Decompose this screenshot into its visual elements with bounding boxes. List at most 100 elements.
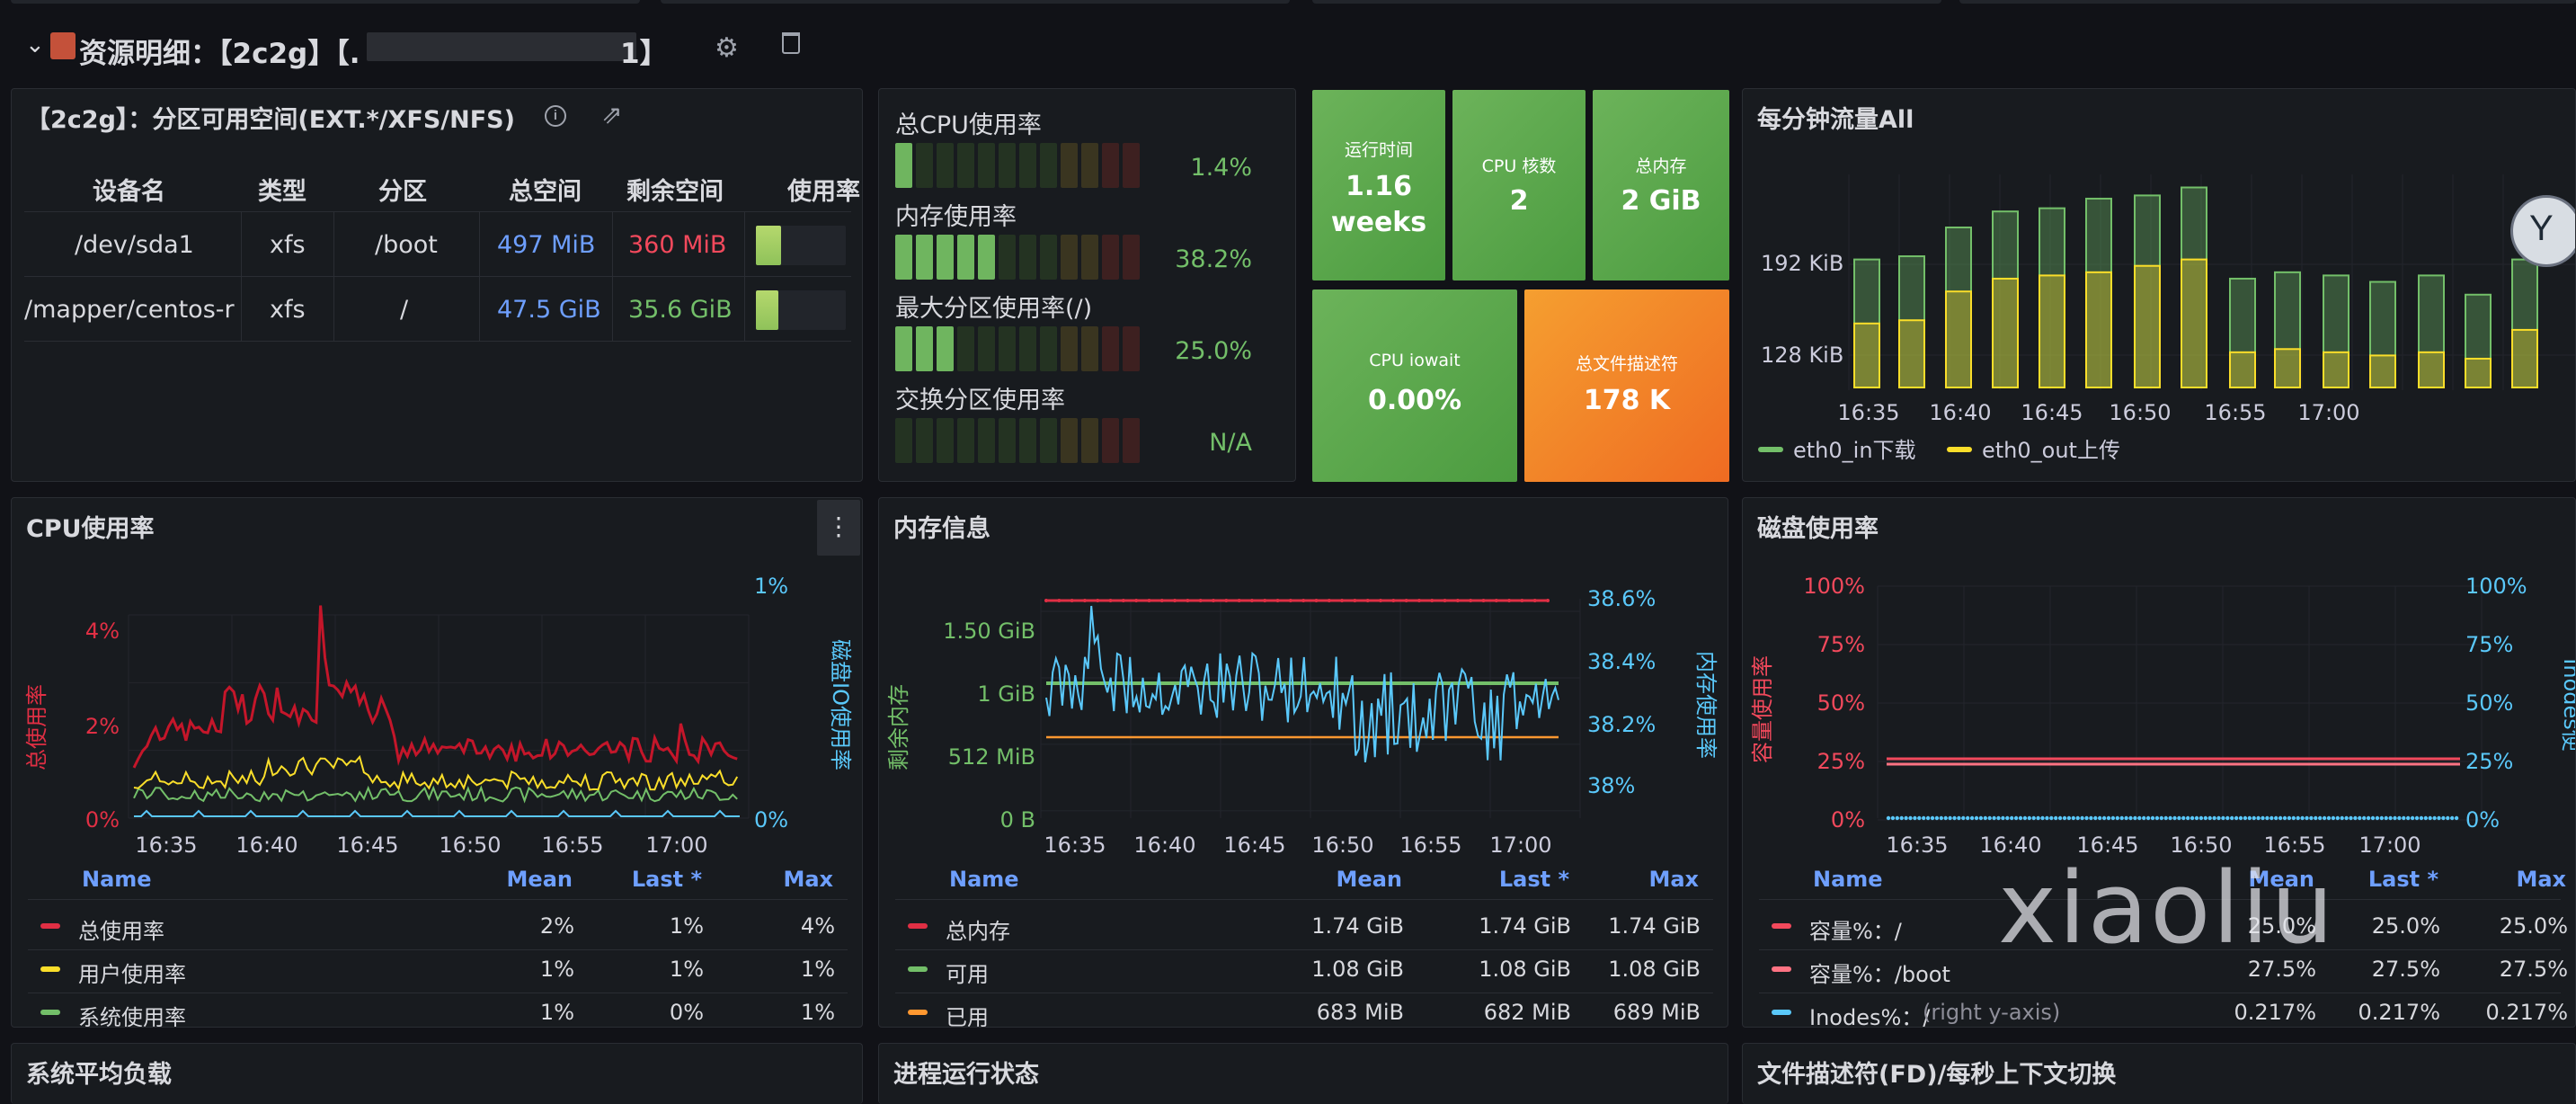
series-point xyxy=(2305,815,2309,821)
gauge-segment xyxy=(1061,418,1078,463)
traffic-panel: 每分钟流量All 192 KiB 128 KiB 16:35 16:40 16:45 16… xyxy=(1742,88,2576,482)
series-point xyxy=(1212,599,1215,602)
legend-column-header[interactable]: Name xyxy=(82,867,152,892)
x-tick-label: 16:40 xyxy=(1133,832,1195,858)
legend-swatch xyxy=(40,966,60,972)
trash-icon[interactable] xyxy=(782,32,800,54)
x-tick-label: 17:00 xyxy=(1489,832,1551,858)
legend-max: 1% xyxy=(800,1000,835,1025)
gauge-segment xyxy=(957,418,974,463)
legend-column-header[interactable]: Max xyxy=(1648,867,1699,892)
legend-row[interactable]: Inodes%：/(right y-axis) 0.217% 0.217% 0.217… xyxy=(1743,996,2575,1027)
external-link-icon[interactable]: ⇗ xyxy=(601,100,622,129)
legend-column-header[interactable]: Max xyxy=(2516,867,2566,892)
stat-tile[interactable]: CPU 核数 2 xyxy=(1452,90,1586,280)
row-title-end: 1】 xyxy=(620,38,668,70)
avatar[interactable]: Y xyxy=(2510,195,2575,267)
series-point xyxy=(2353,815,2358,821)
series-point xyxy=(2098,815,2102,821)
x-tick-label: 16:45 xyxy=(1223,832,1285,858)
series-point xyxy=(1275,599,1280,602)
series-point xyxy=(2388,815,2393,821)
series-point xyxy=(1917,815,1922,821)
series-point xyxy=(1520,599,1524,602)
chevron-down-icon[interactable]: ⌄ xyxy=(25,31,45,58)
bar-out xyxy=(2465,357,2492,388)
bar-out xyxy=(2134,264,2161,388)
y-tick-label: 0% xyxy=(1831,807,1865,832)
bar-out xyxy=(2323,351,2349,388)
col-header-total[interactable]: 总空间 xyxy=(509,172,582,207)
legend-last: 1.74 GiB xyxy=(1479,913,1571,939)
legend-column-header[interactable]: Last * xyxy=(2368,867,2438,892)
gauge-label: 内存使用率 xyxy=(895,203,1017,231)
stat-tile[interactable]: CPU iowait 0.00% xyxy=(1312,289,1517,482)
legend-swatch xyxy=(40,923,60,929)
legend-column-header[interactable]: Last * xyxy=(632,867,702,892)
col-header-type[interactable]: 类型 xyxy=(258,172,306,207)
series-point xyxy=(2150,815,2155,821)
series-point xyxy=(2071,815,2075,821)
gauge-segment xyxy=(1081,418,1098,463)
x-tick-label: 16:35 xyxy=(1886,832,1948,858)
series-point xyxy=(2133,815,2137,821)
legend-row[interactable]: 系统使用率 1% 0% 1% xyxy=(12,996,862,1027)
series-point xyxy=(2243,815,2248,821)
series-point xyxy=(1469,599,1473,602)
legend-row[interactable]: 总使用率 2% 1% 4% xyxy=(12,910,862,946)
series-point xyxy=(1263,599,1267,602)
gauge-segment xyxy=(937,143,954,188)
series-point xyxy=(2110,815,2116,821)
legend-name: 用户使用率 xyxy=(78,962,186,987)
legend-max: 27.5% xyxy=(2499,957,2568,982)
legend-row[interactable]: 已用 683 MiB 682 MiB 689 MiB xyxy=(879,996,1728,1027)
stat-tile[interactable]: 运行时间 1.16 weeks xyxy=(1312,90,1445,280)
legend-row[interactable]: 可用 1.08 GiB 1.08 GiB 1.08 GiB xyxy=(879,953,1728,989)
legend-row[interactable]: 用户使用率 1% 1% 1% xyxy=(12,953,862,989)
series-point xyxy=(2432,815,2437,821)
series-point xyxy=(2335,815,2340,821)
series-point xyxy=(2331,815,2336,821)
usage-bar xyxy=(756,226,846,265)
stat-tile[interactable]: 总文件描述符 178 K xyxy=(1524,289,1729,482)
legend-mean: 1.74 GiB xyxy=(1311,913,1404,939)
legend-swatch xyxy=(908,923,928,929)
series-point xyxy=(2402,815,2406,821)
info-icon[interactable]: i xyxy=(545,105,566,127)
row-title[interactable]: 资源明细：【2c2g】【. xyxy=(79,31,360,71)
series-point xyxy=(1237,599,1241,602)
y-tick-label-right: 38.6% xyxy=(1587,586,1656,611)
series-point xyxy=(2080,815,2084,821)
memory-line-chart: 1.50 GiB 1 GiB 512 MiB 0 B 38.6% 38.4% 38.2% 38… xyxy=(886,586,1719,858)
disk-table-panel: 【2c2g】：分区可用空间(EXT.*/XFS/NFS) i ⇗ 设备名 类型 … xyxy=(11,88,863,482)
legend-column-header[interactable]: Name xyxy=(1813,867,1883,892)
legend-column-header[interactable]: Max xyxy=(783,867,833,892)
stat-value: 1.16 xyxy=(1345,171,1413,202)
series-point xyxy=(2454,815,2459,821)
panel-title: 进程运行状态 xyxy=(893,1061,1039,1089)
legend-last: 27.5% xyxy=(2371,957,2440,982)
legend-column-header[interactable]: Name xyxy=(949,867,1019,892)
cell-total: 497 MiB xyxy=(497,231,596,259)
series-point xyxy=(2057,815,2063,821)
col-header-device[interactable]: 设备名 xyxy=(93,172,165,207)
series-point xyxy=(2190,815,2195,821)
stat-tile[interactable]: 总内存 2 GiB xyxy=(1593,90,1729,280)
cell-device: /dev/sda1 xyxy=(75,231,194,259)
legend-column-header[interactable]: Last * xyxy=(1499,867,1569,892)
stat-value: 178 K xyxy=(1583,385,1671,416)
cell-type: xfs xyxy=(270,296,306,324)
gear-icon[interactable]: ⚙ xyxy=(715,32,739,64)
series-point xyxy=(2296,815,2300,821)
col-header-mount[interactable]: 分区 xyxy=(378,172,427,207)
legend-column-header[interactable]: Mean xyxy=(507,867,573,892)
series-point xyxy=(1288,599,1292,602)
legend-row[interactable]: 总内存 1.74 GiB 1.74 GiB 1.74 GiB xyxy=(879,910,1728,946)
series-point xyxy=(1890,815,1896,821)
load-panel: 系统平均负载 xyxy=(11,1043,863,1104)
col-header-usage[interactable]: 使用率 xyxy=(787,172,862,207)
col-header-free[interactable]: 剩余空间 xyxy=(626,172,724,207)
gauge-segment xyxy=(999,143,1016,188)
gauge-bar xyxy=(895,418,1151,463)
legend-column-header[interactable]: Mean xyxy=(1337,867,1402,892)
